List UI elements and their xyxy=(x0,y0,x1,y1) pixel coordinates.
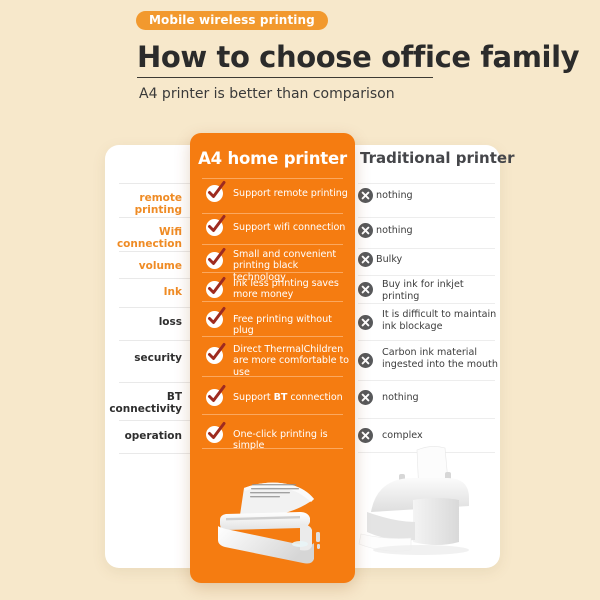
a4-feature-text: Direct ThermalChildren are more comforta… xyxy=(233,344,349,378)
row-divider xyxy=(119,453,190,454)
check-icon xyxy=(206,181,226,202)
row-divider xyxy=(119,420,190,421)
row-divider xyxy=(202,414,343,415)
feature-label-ink: Ink xyxy=(163,286,182,298)
row-divider xyxy=(119,340,190,341)
traditional-row-text: nothing xyxy=(376,190,413,201)
row-divider xyxy=(202,244,343,245)
traditional-row-text: Bulky xyxy=(376,254,403,265)
a4-feature-text: Support wifi connection xyxy=(233,222,346,233)
row-divider xyxy=(202,178,343,179)
row-divider xyxy=(358,418,495,419)
row-divider xyxy=(358,380,495,381)
comparison-infographic: Mobile wireless printing How to choose o… xyxy=(0,0,600,600)
row-divider xyxy=(119,217,190,218)
row-divider xyxy=(119,307,190,308)
a4-printer-illustration xyxy=(218,482,320,564)
a4-feature-text: One-click printing is simple xyxy=(233,429,328,452)
x-icon xyxy=(358,315,373,330)
row-divider xyxy=(358,183,495,184)
feature-label-volume: volume xyxy=(138,260,182,272)
traditional-printer-illustration xyxy=(358,446,469,555)
a4-column-header: A4 home printer xyxy=(198,149,347,168)
a4-feature-text: Support remote printing xyxy=(233,188,348,199)
a4-feature-text: Support BT connection xyxy=(233,392,343,403)
a4-feature-text: Free printing without plug xyxy=(233,314,332,337)
a4-printer-column: A4 home printer Support remote printing … xyxy=(190,133,355,583)
row-divider xyxy=(358,248,495,249)
feature-label-wifi-connection: Wifi connection xyxy=(116,226,182,250)
check-icon xyxy=(206,248,226,269)
row-divider xyxy=(202,301,343,302)
check-icon xyxy=(206,343,226,364)
feature-label-column: remote printing Wifi connection volume I… xyxy=(105,145,190,568)
page-title: How to choose office family xyxy=(137,40,580,74)
traditional-row-text: nothing xyxy=(382,392,419,403)
row-divider xyxy=(358,217,495,218)
traditional-row-text: It is difficult to maintain ink blockage xyxy=(382,309,497,332)
traditional-row-text: nothing xyxy=(376,225,413,236)
top-badge: Mobile wireless printing xyxy=(136,11,328,30)
traditional-row-text: Carbon ink material ingested into the mo… xyxy=(382,347,498,370)
row-divider xyxy=(358,275,495,276)
check-icon xyxy=(206,215,226,236)
x-icon xyxy=(358,282,373,297)
feature-label-operation: operation xyxy=(124,430,182,442)
x-icon xyxy=(358,353,373,368)
row-divider xyxy=(119,382,190,383)
traditional-row-text: Buy ink for inkjet printing xyxy=(382,279,464,302)
feature-label-security: security xyxy=(134,352,182,364)
x-icon xyxy=(358,252,373,267)
row-divider xyxy=(358,340,495,341)
page-subtitle: A4 printer is better than comparison xyxy=(139,86,395,102)
check-icon xyxy=(206,307,226,328)
x-icon xyxy=(358,390,373,405)
check-icon xyxy=(206,385,226,406)
check-icon xyxy=(206,277,226,298)
traditional-column-header: Traditional printer xyxy=(360,149,515,167)
row-divider xyxy=(202,213,343,214)
row-divider xyxy=(358,303,495,304)
title-divider xyxy=(137,77,433,78)
row-divider xyxy=(119,251,190,252)
feature-label-bt-connectivity: BT connectivity xyxy=(109,391,182,415)
row-divider xyxy=(119,278,190,279)
x-icon xyxy=(358,188,373,203)
feature-label-remote-printing: remote printing xyxy=(134,192,182,216)
a4-feature-text: Ink less printing saves more money xyxy=(233,278,339,301)
check-icon xyxy=(206,422,226,443)
feature-label-loss: loss xyxy=(158,316,182,328)
row-divider xyxy=(119,183,190,184)
x-icon xyxy=(358,223,373,238)
